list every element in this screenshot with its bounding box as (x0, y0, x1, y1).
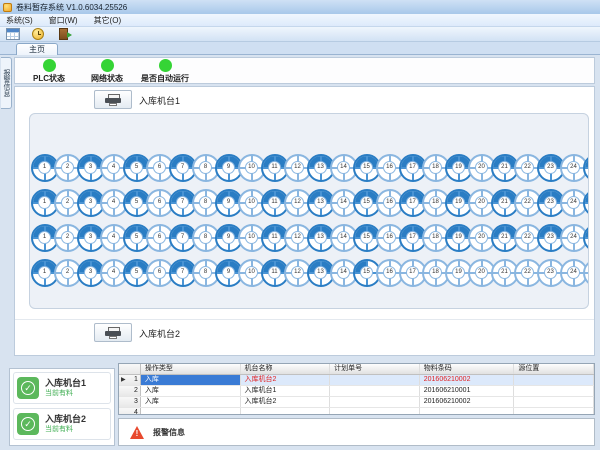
table-cell[interactable]: 201606210001 (420, 386, 515, 396)
title-bar[interactable]: 卷料暂存系统 V1.0.6034.25526 (0, 0, 600, 14)
station1-slot-grid: 1234567891011121314151617181920212223242… (29, 113, 589, 309)
column-header: 机台名称 (241, 364, 331, 374)
column-header: 计划单号 (330, 364, 420, 374)
table-cell[interactable] (514, 386, 594, 396)
table-cell[interactable] (330, 375, 420, 385)
task-table: 操作类型机台名称计划单号物料条码源位置▶1入库入库机台2201606210002… (118, 363, 595, 415)
check-glyph: ✓ (21, 417, 35, 431)
column-header: 操作类型 (141, 364, 241, 374)
print-button-station2[interactable] (94, 323, 132, 342)
status-light-icon (101, 59, 114, 72)
exit-icon[interactable] (54, 28, 72, 41)
slot-row: 1234567891011121314151617181920212223242… (31, 154, 588, 182)
row-header-cell: 2 (119, 386, 141, 396)
table-cell[interactable] (330, 408, 420, 415)
printer-icon (105, 94, 121, 106)
table-cell[interactable] (141, 408, 241, 415)
column-header: 物料条码 (420, 364, 515, 374)
machine-card-status: 当前有料 (45, 425, 86, 434)
table-row[interactable]: 4 (119, 408, 594, 415)
app-icon (3, 3, 12, 12)
station1-header: 入库机台1 (15, 87, 594, 113)
table-cell[interactable]: 入库 (141, 375, 241, 385)
table-cell[interactable] (514, 397, 594, 407)
table-row[interactable]: ▶1入库入库机台2 201606210002 (119, 375, 594, 386)
machine-status-cards: ✓入库机台1当前有料✓入库机台2当前有料 (9, 368, 115, 446)
window-title: 卷料暂存系统 V1.0.6034.25526 (16, 2, 127, 13)
table-cell[interactable] (241, 408, 331, 415)
status-label: 网络状态 (91, 73, 123, 84)
table-cell[interactable]: 201606210002 (420, 375, 515, 385)
table-header-row: 操作类型机台名称计划单号物料条码源位置 (119, 364, 594, 375)
coil-slot[interactable]: 25 (583, 154, 589, 182)
app-window: 卷料暂存系统 V1.0.6034.25526 系统(S) 窗口(W) 其它(O)… (0, 0, 600, 450)
menu-other[interactable]: 其它(O) (94, 15, 122, 26)
warning-icon (129, 426, 145, 439)
table-cell[interactable]: 入库 (141, 386, 241, 396)
table-cell[interactable]: 入库机台1 (241, 386, 331, 396)
table-row[interactable]: 3入库入库机台2 201606210002 (119, 397, 594, 408)
machine-card-status: 当前有料 (45, 389, 86, 398)
status-label: PLC状态 (33, 73, 65, 84)
check-glyph: ✓ (21, 381, 35, 395)
workspace: 报警信息 PLC状态 网络状态 是否自动运行 入库机台1 1234567891011… (0, 55, 600, 450)
status-panel: PLC状态 网络状态 是否自动运行 (14, 57, 595, 84)
table-cell[interactable]: 入库机台2 (241, 397, 331, 407)
status-indicator: 是否自动运行 (141, 58, 189, 84)
coil-slot[interactable]: 25 (583, 189, 589, 217)
slot-row: 1234567891011121314151617181920212223242… (31, 189, 588, 217)
status-light-icon (43, 59, 56, 72)
row-header-cell: 3 (119, 397, 141, 407)
coil-slot[interactable]: 25 (583, 259, 589, 287)
row-header-cell (119, 364, 141, 374)
column-header: 源位置 (514, 364, 594, 374)
table-row[interactable]: 2入库入库机台1 201606210001 (119, 386, 594, 397)
machine-card-title: 入库机台2 (45, 414, 86, 425)
table-cell[interactable] (330, 386, 420, 396)
tab-strip: 主页 (0, 42, 600, 55)
slot-row: 1234567891011121314151617181920212223242… (31, 259, 588, 287)
clock-icon[interactable] (29, 28, 47, 41)
toolbar (0, 27, 600, 42)
machine-card-title: 入库机台1 (45, 378, 86, 389)
machine-card[interactable]: ✓ 入库机台2当前有料 (13, 408, 111, 440)
print-button-station1[interactable] (94, 90, 132, 109)
side-dock-tab[interactable]: 报警信息 (1, 57, 12, 109)
table-cell[interactable]: 201606210002 (420, 397, 515, 407)
station2-header: 入库机台2 (15, 319, 594, 345)
station2-title: 入库机台2 (139, 327, 180, 340)
station-monitor-panel: 入库机台1 1234567891011121314151617181920212… (14, 86, 595, 356)
calendar-icon[interactable] (4, 28, 22, 41)
table-cell[interactable]: 入库 (141, 397, 241, 407)
check-icon: ✓ (17, 377, 39, 399)
menu-window[interactable]: 窗口(W) (49, 15, 78, 26)
table-cell[interactable] (514, 375, 594, 385)
row-header-cell: 4 (119, 408, 141, 415)
table-cell[interactable] (330, 397, 420, 407)
machine-card-text: 入库机台2当前有料 (45, 414, 86, 434)
machine-card-text: 入库机台1当前有料 (45, 378, 86, 398)
machine-card[interactable]: ✓ 入库机台1当前有料 (13, 372, 111, 404)
row-header-cell: ▶1 (119, 375, 141, 385)
status-indicator: PLC状态 (25, 58, 73, 84)
table-cell[interactable]: 入库机台2 (241, 375, 331, 385)
status-light-icon (159, 59, 172, 72)
alarm-bar[interactable]: 报警信息 (118, 418, 595, 446)
menu-system[interactable]: 系统(S) (6, 15, 33, 26)
menu-bar: 系统(S) 窗口(W) 其它(O) (0, 14, 600, 27)
station1-title: 入库机台1 (139, 94, 180, 107)
status-indicator: 网络状态 (83, 58, 131, 84)
table-cell[interactable] (420, 408, 515, 415)
slot-row: 1234567891011121314151617181920212223242… (31, 224, 588, 252)
tab-home[interactable]: 主页 (16, 43, 58, 55)
printer-icon (105, 327, 121, 339)
alarm-label: 报警信息 (153, 427, 185, 438)
check-icon: ✓ (17, 413, 39, 435)
table-cell[interactable] (514, 408, 594, 415)
status-label: 是否自动运行 (141, 73, 189, 84)
coil-slot[interactable]: 25 (583, 224, 589, 252)
